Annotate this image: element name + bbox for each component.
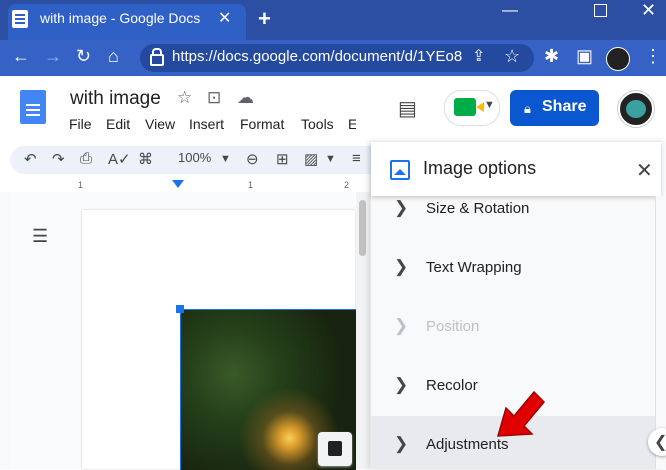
lock-body-icon (150, 54, 164, 66)
window-close-button[interactable]: ✕ (641, 0, 656, 21)
move-folder-icon[interactable]: ⊡ (207, 88, 221, 108)
home-icon[interactable]: ⌂ (108, 46, 119, 67)
option-label: Text Wrapping (426, 259, 522, 276)
option-label: Recolor (426, 377, 478, 394)
share-lock-icon: 🔒︎ (524, 101, 531, 116)
zoom-chevron-down-icon[interactable]: ▼ (220, 153, 231, 165)
chevron-left-icon: ❮ (654, 432, 666, 452)
forward-icon[interactable]: → (44, 46, 62, 67)
option-label: Size & Rotation (426, 200, 530, 217)
red-arrow-icon (496, 390, 546, 437)
option-label: Position (426, 318, 480, 335)
meet-lens-icon (476, 102, 484, 112)
resize-handle[interactable] (176, 305, 184, 313)
minimize-button[interactable]: — (502, 2, 518, 20)
sidepanel-icon[interactable]: ▣ (576, 46, 593, 67)
back-icon[interactable]: ← (12, 46, 30, 67)
zoom-select[interactable]: 100% (178, 150, 211, 165)
ruler-mark: 1 (248, 180, 254, 190)
share-page-icon[interactable]: ⇪ (472, 46, 485, 66)
redo-icon[interactable]: ↷ (52, 150, 65, 168)
tab-close-icon[interactable]: ✕ (218, 8, 231, 28)
insert-link-icon[interactable]: ⊖ (246, 150, 259, 168)
maximize-button[interactable] (594, 4, 607, 17)
menu-tools[interactable]: Tools (301, 116, 334, 132)
docs-logo-icon[interactable] (20, 90, 46, 124)
ruler-mark: 1 (78, 180, 84, 190)
chevron-right-icon: ❯ (394, 375, 409, 394)
option-label: Adjustments (426, 436, 509, 453)
tab-title: with image - Google Docs (40, 10, 201, 26)
document-outline-icon[interactable]: ☰ (32, 226, 48, 247)
chevron-right-icon: ❯ (394, 316, 409, 335)
image-icon (390, 160, 410, 180)
image-chevron-down-icon[interactable]: ▼ (325, 153, 336, 165)
extensions-icon[interactable]: ✱ (544, 46, 559, 67)
align-icon[interactable]: ≡ (352, 150, 361, 167)
reload-icon[interactable]: ↻ (76, 46, 91, 67)
option-position (371, 298, 655, 356)
chevron-right-icon: ❯ (394, 434, 409, 453)
chevron-right-icon: ❯ (394, 257, 409, 276)
cloud-status-icon[interactable]: ☁ (237, 88, 254, 108)
print-icon[interactable]: ⎙ (80, 150, 92, 167)
paint-format-icon[interactable]: ⌘ (138, 150, 153, 168)
panel-title: Image options (423, 158, 537, 178)
undo-icon[interactable]: ↶ (24, 150, 37, 168)
add-comment-icon[interactable]: ⊞ (276, 150, 289, 168)
insert-image-icon[interactable]: ▨ (304, 150, 318, 168)
menu-file[interactable]: File (69, 116, 92, 132)
spellcheck-icon[interactable]: A✓ (108, 150, 131, 168)
indent-marker-icon[interactable] (172, 180, 184, 188)
comment-history-icon[interactable]: ▤ (398, 96, 417, 121)
profile-avatar-icon[interactable] (606, 47, 630, 71)
more-menu-icon[interactable]: ⋮ (644, 46, 662, 67)
docs-favicon-icon (12, 10, 28, 28)
share-label: Share (542, 98, 587, 115)
meet-icon (454, 98, 476, 116)
explore-icon[interactable] (318, 432, 352, 466)
star-icon[interactable]: ☆ (177, 88, 192, 108)
url-text[interactable]: https://docs.google.com/document/d/1YEo8… (172, 48, 462, 65)
avatar[interactable] (618, 91, 654, 127)
new-tab-button[interactable]: + (258, 6, 271, 32)
menu-format[interactable]: Format (240, 116, 284, 132)
document-title[interactable]: with image (70, 88, 161, 110)
bookmark-star-icon[interactable]: ☆ (504, 46, 520, 67)
chevron-right-icon: ❯ (394, 198, 409, 217)
ruler-mark: 2 (344, 180, 350, 190)
menu-insert[interactable]: Insert (189, 116, 224, 132)
scrollbar-thumb[interactable] (359, 200, 366, 256)
menu-view[interactable]: View (145, 116, 175, 132)
meet-chevron-down-icon[interactable]: ▼ (484, 99, 495, 111)
menu-edit[interactable]: Edit (106, 116, 130, 132)
